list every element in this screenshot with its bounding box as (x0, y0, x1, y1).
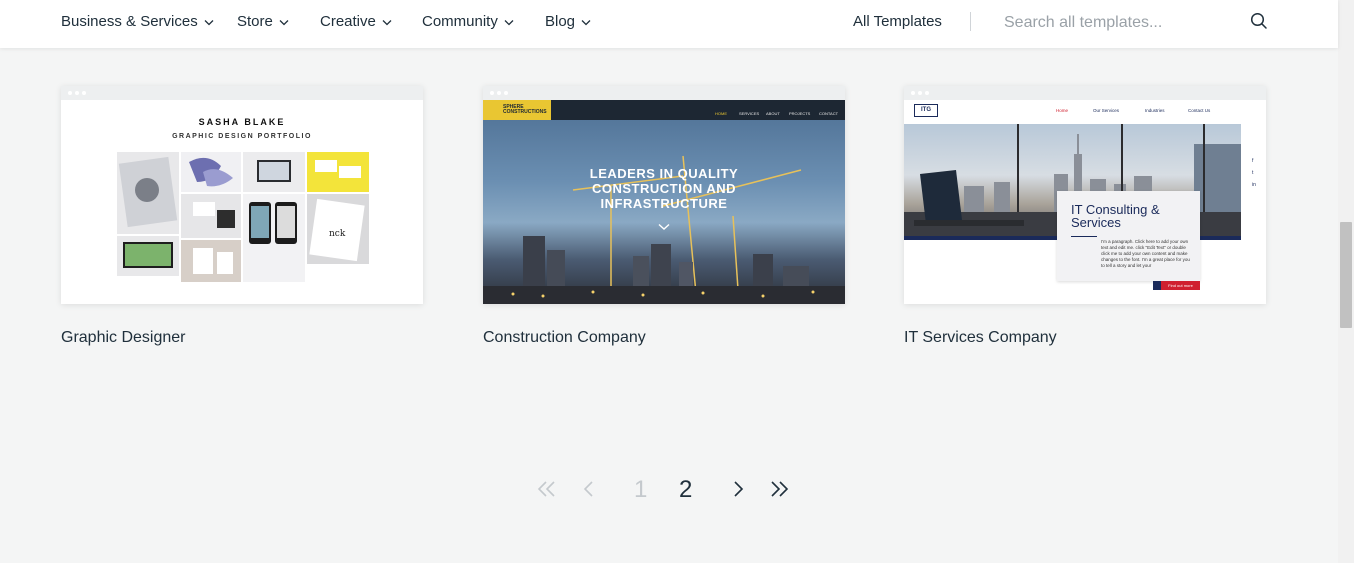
preview-find-out-more-button: Find out more (1161, 281, 1200, 290)
browser-dot (497, 91, 501, 95)
chevron-down-icon (382, 20, 392, 26)
nav-item-label: Store (237, 13, 273, 30)
page-scrollbar-thumb[interactable] (1340, 222, 1352, 328)
preview-site-subtitle: GRAPHIC DESIGN PORTFOLIO (172, 133, 312, 140)
top-navigation-bar: Business & Services Store Creative Commu… (0, 0, 1338, 48)
preview-logo-text: SPHERE CONSTRUCTIONS (503, 104, 547, 115)
nav-item-label: Business & Services (61, 13, 198, 30)
browser-dot (75, 91, 79, 95)
preview-menu-item: HOME (715, 111, 727, 116)
svg-text:nck: nck (329, 229, 346, 239)
portfolio-collage-image: nck (117, 152, 369, 282)
template-title[interactable]: IT Services Company (904, 329, 1057, 347)
preview-site-name: SASHA BLAKE (198, 117, 286, 127)
preview-logo: ITG (914, 104, 938, 117)
nav-divider (970, 12, 971, 31)
nav-item-label: Blog (545, 13, 576, 30)
chevron-down-icon (504, 20, 514, 26)
browser-dot (82, 91, 86, 95)
preview-menu-item: Home (1056, 108, 1069, 113)
nav-item-blog[interactable]: Blog (545, 13, 591, 30)
preview-box-paragraph: I'm a paragraph. Click here to add your … (1101, 239, 1190, 268)
chevron-down-icon (279, 20, 289, 26)
chevron-down-icon (581, 20, 591, 26)
template-title[interactable]: Construction Company (483, 329, 646, 347)
template-title[interactable]: Graphic Designer (61, 329, 186, 347)
preview-button-icon (1153, 281, 1161, 290)
preview-header-bar (904, 100, 1266, 124)
chevron-down-icon (658, 223, 670, 230)
nav-item-community[interactable]: Community (422, 13, 514, 30)
search-icon[interactable] (1250, 12, 1268, 30)
preview-menu-item: Industries (1145, 108, 1165, 113)
browser-bar (61, 86, 423, 100)
preview-headline: LEADERS IN QUALITY CONSTRUCTION AND INFR… (589, 166, 739, 211)
nav-item-business-services[interactable]: Business & Services (61, 13, 214, 30)
nav-item-label: Community (422, 13, 498, 30)
all-templates-link[interactable]: All Templates (853, 13, 942, 30)
preview-menu-item: Contact Us (1188, 108, 1211, 113)
facebook-icon: f (1252, 158, 1254, 164)
preview-menu-item: CONTACT (819, 111, 839, 116)
previous-page-icon[interactable] (582, 480, 594, 498)
twitter-icon: t (1252, 170, 1254, 176)
browser-dot (925, 91, 929, 95)
preview-menu-item: PROJECTS (789, 111, 811, 116)
template-thumbnail[interactable]: SPHERE CONSTRUCTIONS HOME SERVICES ABOUT… (483, 86, 845, 304)
search-input[interactable] (1002, 10, 1241, 36)
browser-dot (911, 91, 915, 95)
template-card-graphic-designer: SASHA BLAKE GRAPHIC DESIGN PORTFOLIO nck… (61, 86, 423, 346)
preview-box-divider (1071, 236, 1097, 237)
preview-menu-item: SERVICES (739, 111, 760, 116)
browser-dot (490, 91, 494, 95)
browser-dot (68, 91, 72, 95)
browser-dot (918, 91, 922, 95)
linkedin-icon: in (1252, 182, 1256, 188)
last-page-icon[interactable] (770, 480, 790, 498)
template-thumbnail[interactable]: SASHA BLAKE GRAPHIC DESIGN PORTFOLIO nck (61, 86, 423, 304)
page-1-link[interactable]: 1 (634, 476, 647, 504)
browser-dot (504, 91, 508, 95)
nav-item-label: Creative (320, 13, 376, 30)
first-page-icon[interactable] (537, 480, 557, 498)
page-2-current[interactable]: 2 (679, 476, 692, 504)
nav-item-creative[interactable]: Creative (320, 13, 392, 30)
template-thumbnail[interactable]: ITG Home Our Services Industries Contact… (904, 86, 1266, 304)
nav-item-store[interactable]: Store (237, 13, 289, 30)
chevron-down-icon (204, 20, 214, 26)
preview-menu-item: ABOUT (766, 111, 780, 116)
template-card-it-services-company: ITG Home Our Services Industries Contact… (904, 86, 1266, 346)
browser-bar (483, 86, 845, 100)
template-card-construction-company: SPHERE CONSTRUCTIONS HOME SERVICES ABOUT… (483, 86, 845, 346)
preview-box-title: IT Consulting & Services (1071, 202, 1160, 230)
preview-menu-item: Our Services (1093, 108, 1120, 113)
browser-bar (904, 86, 1266, 100)
next-page-icon[interactable] (733, 480, 745, 498)
